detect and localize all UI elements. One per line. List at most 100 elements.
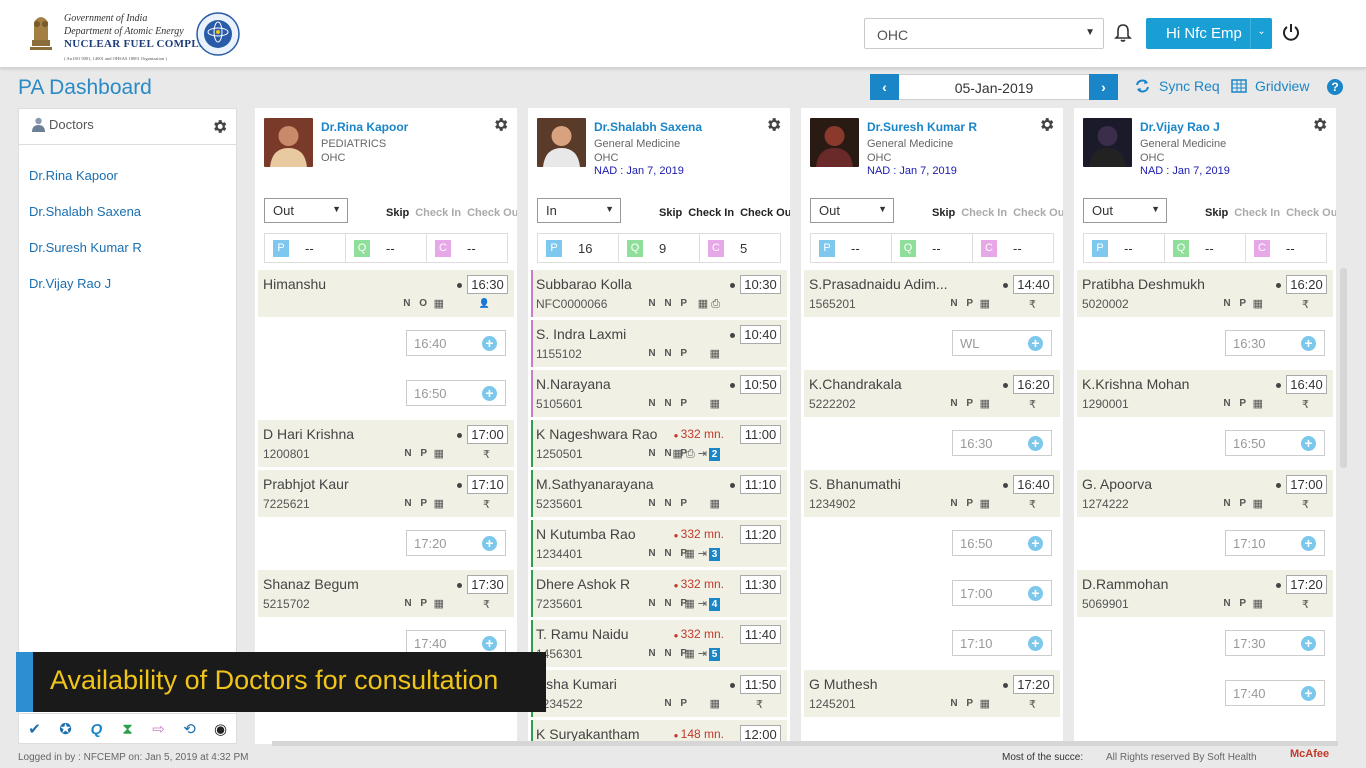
appointment-row[interactable]: D.Rammohan 5069901 17:20 N P ▦ ₹ [1077,570,1333,617]
sidebar-doctor-vijay-rao[interactable]: Dr.Vijay Rao J [29,276,111,291]
add-icon[interactable]: + [1028,636,1043,651]
add-appointment-slot[interactable]: WL + [952,330,1052,356]
appointment-time[interactable]: 11:40 [740,625,781,644]
appointment-time[interactable]: 11:30 [740,575,781,594]
skip-button[interactable]: Skip [1205,207,1228,219]
appointment-time[interactable]: 17:20 [1286,575,1327,594]
appointment-row[interactable]: S.Prasadnaidu Adim... 1565201 14:40 N P ▦ ₹ [804,270,1060,317]
payment-icon[interactable]: ₹ [1029,698,1036,711]
add-icon[interactable]: + [1301,636,1316,651]
appointment-row[interactable]: Shanaz Begum 5215702 17:30 N P ▦ ₹ [258,570,514,617]
appointment-row[interactable]: N Kutumba Rao 1234401 ● 332 mn. 11:20 N N P ▦… [531,520,787,567]
patient-name[interactable]: M.Sathyanarayana [536,476,711,492]
add-appointment-slot[interactable]: 16:50 + [406,380,506,406]
grid-records-icon[interactable]: ▦ [980,398,990,410]
appointment-row[interactable]: Usha Kumari 7234522 11:50 N P ▦ ₹ [531,670,787,717]
add-icon[interactable]: + [1028,586,1043,601]
check-out-button[interactable]: Check Out [467,207,517,219]
add-icon[interactable]: + [482,336,497,351]
appointment-row[interactable]: D Hari Krishna 1200801 17:00 N P ▦ ₹ [258,420,514,467]
doctor-name[interactable]: Dr.Shalabh Saxena [594,120,702,134]
add-icon[interactable]: + [1301,436,1316,451]
sidebar-doctor-rina-kapoor[interactable]: Dr.Rina Kapoor [29,168,118,183]
checkin-icon[interactable]: ⇥ [695,648,707,660]
add-appointment-slot[interactable]: 16:50 + [1225,430,1325,456]
appointment-row[interactable]: Subbarao Kolla NFC0000066 10:30 N N P ▦ ⎙ [531,270,787,317]
appointment-row[interactable]: Pratibha Deshmukh 5020002 16:20 N P ▦ ₹ [1077,270,1333,317]
previous-date-button[interactable]: ‹ [870,74,899,100]
appointment-time[interactable]: 16:20 [1013,375,1054,394]
payment-icon[interactable]: ₹ [483,448,490,461]
grid-records-icon[interactable]: ▦ [434,498,444,510]
checkout-icon[interactable]: ⇨ [143,714,174,744]
printer-icon[interactable]: ⎙ [708,298,720,310]
add-appointment-slot[interactable]: 17:10 + [1225,530,1325,556]
settings-gear-icon[interactable] [492,116,509,133]
appointment-time[interactable]: 11:00 [740,425,781,444]
status-select[interactable]: In ▼ [537,198,621,223]
check-in-button[interactable]: Check In [1234,207,1280,219]
appointment-time[interactable]: 11:10 [740,475,781,494]
check-out-button[interactable]: Check Out [1013,207,1063,219]
appointment-row[interactable]: K Nageshwara Rao 1250501 ● 332 mn. 11:00 N N… [531,420,787,467]
payment-icon[interactable]: ₹ [1029,498,1036,511]
appointment-time[interactable]: 16:40 [1013,475,1054,494]
check-in-button[interactable]: Check In [688,207,734,219]
patient-name[interactable]: S. Indra Laxmi [536,326,711,342]
add-icon[interactable]: + [1028,336,1043,351]
add-icon[interactable]: + [1301,686,1316,701]
appointment-row[interactable]: G. Apoorva 1274222 17:00 N P ▦ ₹ [1077,470,1333,517]
grid-records-icon[interactable]: ▦ [1253,398,1263,410]
grid-records-icon[interactable]: ▦ [980,698,990,710]
add-icon[interactable]: + [1028,536,1043,551]
appointment-row[interactable]: Dhere Ashok R 7235601 ● 332 mn. 11:30 N N P ▦… [531,570,787,617]
next-date-button[interactable]: › [1089,74,1118,100]
appointment-row[interactable]: Prabhjot Kaur 7225621 17:10 N P ▦ ₹ [258,470,514,517]
skip-button[interactable]: Skip [659,207,682,219]
check-circle-icon[interactable]: ✪ [50,714,81,744]
payment-icon[interactable]: ₹ [1302,598,1309,611]
help-icon[interactable]: ? [1327,79,1343,95]
add-icon[interactable]: + [482,636,497,651]
patient-name[interactable]: G Muthesh [809,676,984,692]
grid-records-icon[interactable]: ▦ [980,498,990,510]
payment-icon[interactable]: ₹ [756,698,763,711]
appointment-row[interactable]: T. Ramu Naidu 1456301 ● 332 mn. 11:40 N N P ▦… [531,620,787,667]
check-icon[interactable]: ✔ [19,714,50,744]
payment-icon[interactable]: ₹ [1302,298,1309,311]
patient-name[interactable]: S.Prasadnaidu Adim... [809,276,984,292]
patient-name[interactable]: K.Krishna Mohan [1082,376,1257,392]
patient-name[interactable]: N Kutumba Rao [536,526,671,542]
skip-button[interactable]: Skip [386,207,409,219]
appointment-time[interactable]: 16:30 [467,275,508,294]
appointment-row[interactable]: G Muthesh 1245201 17:20 N P ▦ ₹ [804,670,1060,717]
patient-name[interactable]: Usha Kumari [536,676,711,692]
appointment-time[interactable]: 17:30 [467,575,508,594]
patient-name[interactable]: G. Apoorva [1082,476,1257,492]
payment-icon[interactable]: ₹ [1302,398,1309,411]
notification-bell-icon[interactable] [1112,22,1134,44]
appointment-time[interactable]: 11:20 [740,525,781,544]
chevron-down-icon[interactable]: ⌄ [1250,18,1272,49]
status-select[interactable]: Out ▼ [810,198,894,223]
checkin-icon[interactable]: ⇥ [695,448,707,460]
patient-name[interactable]: D.Rammohan [1082,576,1257,592]
check-out-button[interactable]: Check Out [1286,207,1336,219]
appointment-time[interactable]: 16:40 [1286,375,1327,394]
patient-name[interactable]: K Suryakantham [536,726,671,742]
skip-button[interactable]: Skip [932,207,955,219]
payment-icon[interactable]: ₹ [1029,298,1036,311]
eye-icon[interactable]: ◉ [205,714,236,744]
patient-name[interactable]: T. Ramu Naidu [536,626,671,642]
patient-name[interactable]: N.Narayana [536,376,711,392]
add-icon[interactable]: + [482,536,497,551]
appointment-row[interactable]: N.Narayana 5105601 10:50 N N P ▦ [531,370,787,417]
payment-icon[interactable]: ₹ [483,498,490,511]
add-appointment-slot[interactable]: 16:40 + [406,330,506,356]
grid-records-icon[interactable]: ▦ [710,698,720,710]
grid-records-icon[interactable]: ▦ [710,348,720,360]
grid-records-icon[interactable]: ▦ [710,498,720,510]
patient-name[interactable]: Subbarao Kolla [536,276,711,292]
power-icon[interactable] [1281,22,1301,42]
patient-name[interactable]: Dhere Ashok R [536,576,671,592]
